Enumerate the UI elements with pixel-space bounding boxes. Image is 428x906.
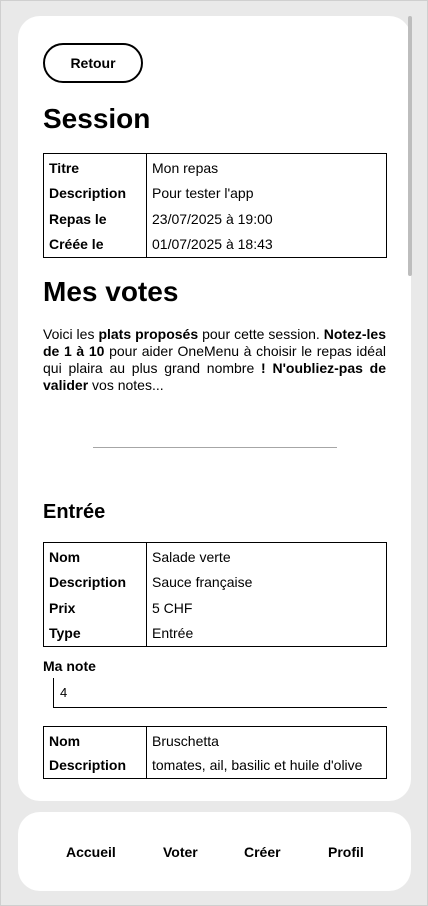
- table-row: Titre Mon repas: [43, 153, 387, 180]
- votes-title: Mes votes: [43, 276, 179, 307]
- nav-item-creer[interactable]: Créer: [244, 844, 281, 860]
- table-row: Nom Salade verte: [43, 542, 387, 569]
- row-key: Type: [43, 620, 147, 647]
- scrollbar-thumb[interactable]: [408, 16, 412, 276]
- row-key: Repas le: [43, 205, 147, 232]
- main-card: Retour Session Titre Mon repas Descripti…: [18, 16, 411, 801]
- row-key: Créée le: [43, 231, 147, 258]
- table-row: Description tomates, ail, basilic et hui…: [43, 752, 387, 779]
- dish-table: Nom Salade verte Description Sauce franç…: [43, 542, 387, 647]
- page-content: Retour Session Titre Mon repas Descripti…: [43, 43, 387, 779]
- row-key: Description: [43, 179, 147, 206]
- session-info-table: Titre Mon repas Description Pour tester …: [43, 153, 387, 258]
- back-button[interactable]: Retour: [43, 43, 143, 83]
- row-key: Nom: [43, 542, 147, 569]
- intro-text: pour cette session.: [198, 326, 324, 342]
- row-value: Bruschetta: [152, 732, 219, 749]
- table-row: Description Sauce française: [43, 568, 387, 595]
- nav-item-accueil[interactable]: Accueil: [66, 844, 116, 860]
- row-value: 23/07/2025 à 19:00: [152, 210, 273, 227]
- table-row: Nom Bruschetta: [43, 726, 387, 753]
- table-row: Repas le 23/07/2025 à 19:00: [43, 205, 387, 232]
- row-value: Pour tester l'app: [152, 184, 254, 201]
- row-value: Entrée: [152, 625, 194, 642]
- table-row: Type Entrée: [43, 620, 387, 647]
- row-key: Titre: [43, 153, 147, 180]
- table-row: Créée le 01/07/2025 à 18:43: [43, 231, 387, 258]
- dish-table: Nom Bruschetta Description tomates, ail,…: [43, 726, 387, 779]
- table-row: Description Pour tester l'app: [43, 179, 387, 206]
- nav-item-profil[interactable]: Profil: [328, 844, 364, 860]
- intro-bold: plats proposés: [98, 326, 199, 342]
- row-value: Sauce française: [152, 573, 253, 590]
- row-key: Nom: [43, 726, 147, 753]
- table-row: Prix 5 CHF: [43, 594, 387, 621]
- row-value: Salade verte: [152, 548, 231, 565]
- row-value: 5 CHF: [152, 599, 193, 616]
- row-key: Description: [43, 568, 147, 595]
- bottom-nav: Accueil Voter Créer Profil: [18, 812, 411, 891]
- nav-item-voter[interactable]: Voter: [163, 844, 198, 860]
- row-key: Description: [43, 752, 147, 779]
- session-title: Session: [43, 103, 151, 134]
- row-value: tomates, ail, basilic et huile d'olive: [152, 757, 363, 774]
- divider: [93, 447, 337, 448]
- votes-intro: Voici les plats proposés pour cette sess…: [43, 326, 386, 394]
- row-value: 01/07/2025 à 18:43: [152, 236, 273, 253]
- note-label: Ma note: [43, 658, 96, 674]
- row-key: Prix: [43, 594, 147, 621]
- note-input[interactable]: 4: [53, 678, 387, 708]
- row-value: Mon repas: [152, 159, 219, 176]
- intro-text: Voici les: [43, 326, 99, 342]
- intro-text: vos notes...: [88, 377, 164, 393]
- section-title-starter: Entrée: [43, 501, 106, 523]
